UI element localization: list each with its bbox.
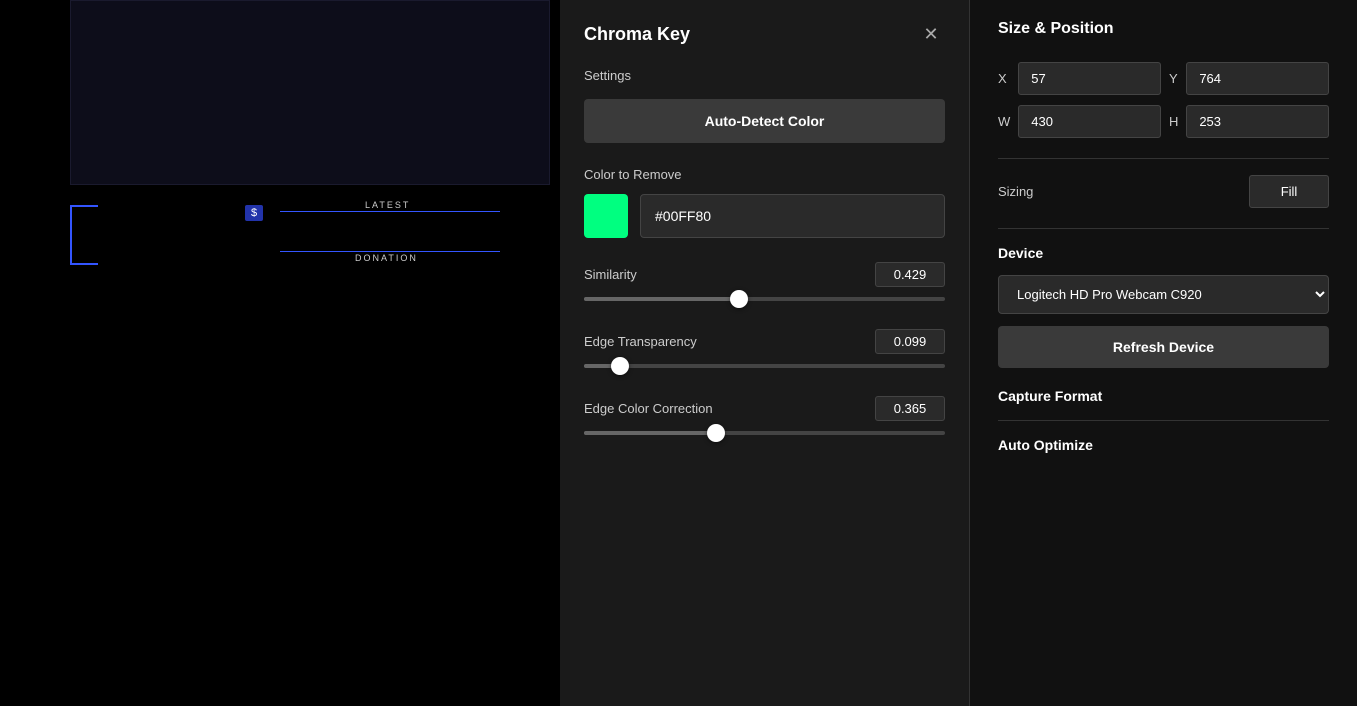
y-label: Y bbox=[1169, 71, 1178, 86]
right-panel: Size & Position X Y W H Sizing Fill Devi… bbox=[970, 0, 1357, 706]
auto-detect-button[interactable]: Auto-Detect Color bbox=[584, 99, 945, 143]
widget-line-bottom bbox=[280, 251, 500, 252]
color-to-remove-label: Color to Remove bbox=[584, 167, 945, 182]
divider-2 bbox=[998, 228, 1329, 229]
widget-latest-label: LATEST bbox=[365, 200, 410, 210]
h-label: H bbox=[1169, 114, 1178, 129]
divider-3 bbox=[998, 420, 1329, 421]
edge-transparency-slider[interactable] bbox=[584, 364, 945, 368]
edge-color-correction-slider[interactable] bbox=[584, 431, 945, 435]
widget-bracket bbox=[70, 205, 98, 265]
edge-color-correction-row: Edge Color Correction 0.365 bbox=[584, 396, 945, 435]
panel-header: Chroma Key ✕ bbox=[584, 20, 945, 48]
position-grid: X Y W H bbox=[998, 62, 1329, 138]
color-swatch[interactable] bbox=[584, 194, 628, 238]
similarity-value: 0.429 bbox=[875, 262, 945, 287]
device-title: Device bbox=[998, 245, 1329, 261]
edge-transparency-row: Edge Transparency 0.099 bbox=[584, 329, 945, 368]
chroma-key-panel: Chroma Key ✕ Settings Auto-Detect Color … bbox=[560, 0, 970, 706]
similarity-row: Similarity 0.429 bbox=[584, 262, 945, 301]
x-input[interactable] bbox=[1018, 62, 1161, 95]
edge-color-correction-header: Edge Color Correction 0.365 bbox=[584, 396, 945, 421]
sizing-value: Fill bbox=[1249, 175, 1329, 208]
left-panel: $ LATEST DONATION bbox=[0, 0, 560, 706]
edge-transparency-header: Edge Transparency 0.099 bbox=[584, 329, 945, 354]
overlay-widget: $ LATEST DONATION bbox=[60, 195, 540, 305]
panel-title: Chroma Key bbox=[584, 24, 690, 45]
auto-optimize-title: Auto Optimize bbox=[998, 437, 1329, 453]
sizing-label: Sizing bbox=[998, 184, 1033, 199]
widget-dollar: $ bbox=[245, 205, 263, 221]
size-position-title: Size & Position bbox=[998, 20, 1329, 38]
similarity-slider[interactable] bbox=[584, 297, 945, 301]
preview-canvas bbox=[70, 0, 550, 185]
h-input[interactable] bbox=[1186, 105, 1329, 138]
similarity-label: Similarity bbox=[584, 267, 637, 282]
settings-label: Settings bbox=[584, 68, 945, 83]
edge-color-correction-thumb[interactable] bbox=[707, 424, 725, 442]
capture-format-title: Capture Format bbox=[998, 388, 1329, 404]
w-input[interactable] bbox=[1018, 105, 1161, 138]
color-hex-input[interactable] bbox=[640, 194, 945, 238]
divider-1 bbox=[998, 158, 1329, 159]
similarity-header: Similarity 0.429 bbox=[584, 262, 945, 287]
edge-transparency-thumb[interactable] bbox=[611, 357, 629, 375]
x-label: X bbox=[998, 71, 1010, 86]
edge-color-correction-label: Edge Color Correction bbox=[584, 401, 713, 416]
similarity-thumb[interactable] bbox=[730, 290, 748, 308]
sizing-row: Sizing Fill bbox=[998, 175, 1329, 208]
edge-transparency-label: Edge Transparency bbox=[584, 334, 697, 349]
similarity-fill bbox=[584, 297, 739, 301]
refresh-device-button[interactable]: Refresh Device bbox=[998, 326, 1329, 368]
device-select[interactable]: Logitech HD Pro Webcam C920 bbox=[998, 275, 1329, 314]
edge-transparency-value: 0.099 bbox=[875, 329, 945, 354]
edge-color-correction-value: 0.365 bbox=[875, 396, 945, 421]
close-button[interactable]: ✕ bbox=[917, 20, 945, 48]
y-input[interactable] bbox=[1186, 62, 1329, 95]
color-row bbox=[584, 194, 945, 238]
widget-line-top bbox=[280, 211, 500, 212]
widget-donation-label: DONATION bbox=[355, 253, 418, 263]
edge-color-correction-fill bbox=[584, 431, 716, 435]
w-label: W bbox=[998, 114, 1010, 129]
